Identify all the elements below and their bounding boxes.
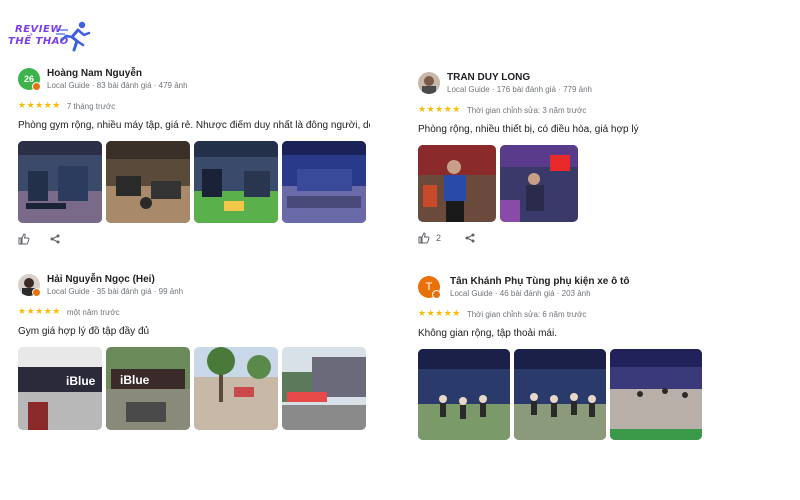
avatar[interactable] xyxy=(18,274,41,297)
review-text: Phòng rộng, nhiều thiết bị, có điều hòa,… xyxy=(418,124,639,135)
review-card: Hải Nguyễn Ngọc (Hei) Local Guide · 35 b… xyxy=(18,274,370,430)
review-photo[interactable]: iBlue xyxy=(18,347,102,430)
review-photo[interactable] xyxy=(418,349,510,440)
avatar[interactable]: T xyxy=(418,276,441,299)
reviewer-name[interactable]: Hoàng Nam Nguyễn xyxy=(47,68,142,79)
share-icon[interactable] xyxy=(465,233,475,243)
review-photo[interactable] xyxy=(500,145,578,222)
review-photo[interactable] xyxy=(514,349,606,440)
like-count: 2 xyxy=(436,233,442,243)
reviewer-name[interactable]: TRAN DUY LONG xyxy=(447,72,530,83)
reviewer-meta: Local Guide · 176 bài đánh giá · 779 ảnh xyxy=(447,85,592,94)
share-icon[interactable] xyxy=(50,234,60,244)
reviewer-meta: Local Guide · 35 bài đánh giá · 99 ảnh xyxy=(47,287,184,296)
review-photo[interactable] xyxy=(18,141,102,223)
review-card: 26 Hoàng Nam Nguyễn Local Guide · 83 bài… xyxy=(18,68,370,245)
review-photo[interactable] xyxy=(418,145,496,222)
avatar[interactable] xyxy=(418,72,440,94)
review-photo[interactable]: iBlue xyxy=(106,347,190,430)
thumbs-up-icon[interactable] xyxy=(18,233,30,245)
review-time: Thời gian chỉnh sửa: 6 năm trước xyxy=(466,309,587,319)
svg-text:iBlue: iBlue xyxy=(120,373,150,387)
review-text: Gym giá hợp lý đồ tập đầy đủ xyxy=(18,326,150,337)
runner-icon xyxy=(56,21,91,52)
review-photo[interactable] xyxy=(194,141,278,223)
review-time: 7 tháng trước xyxy=(66,101,116,111)
review-time: một năm trước xyxy=(66,307,120,317)
star-rating: ★★★★★ xyxy=(418,105,461,115)
logo-line-1: REVIEW xyxy=(15,24,62,35)
review-photo[interactable] xyxy=(194,347,278,430)
reviewer-meta: Local Guide · 83 bài đánh giá · 479 ảnh xyxy=(47,81,188,90)
reviewer-name[interactable]: Tân Khánh Phụ Tùng phụ kiện xe ô tô xyxy=(450,276,629,287)
review-the-thao-logo: REVIEW THỂ THAO xyxy=(6,20,96,54)
review-photo[interactable] xyxy=(610,349,702,440)
star-rating: ★★★★★ xyxy=(418,309,461,319)
photo-sign-text: iBlue xyxy=(66,374,96,388)
reviewer-meta: Local Guide · 46 bài đánh giá · 203 ảnh xyxy=(450,289,591,298)
review-time: Thời gian chỉnh sửa: 3 năm trước xyxy=(466,105,587,115)
reviewer-name[interactable]: Hải Nguyễn Ngọc (Hei) xyxy=(47,274,155,285)
avatar[interactable]: 26 xyxy=(18,68,41,91)
review-photo[interactable] xyxy=(106,141,190,223)
review-card: TRAN DUY LONG Local Guide · 176 bài đánh… xyxy=(418,72,758,244)
review-text: Phòng gym rộng, nhiều máy tập, giá rẻ. N… xyxy=(18,120,370,131)
thumbs-up-icon[interactable] xyxy=(418,232,430,244)
review-photo[interactable] xyxy=(282,347,366,430)
review-card: T Tân Khánh Phụ Tùng phụ kiện xe ô tô Lo… xyxy=(418,276,778,440)
review-text: Không gian rộng, tập thoải mái. xyxy=(418,328,557,339)
review-photo[interactable] xyxy=(282,141,366,223)
star-rating: ★★★★★ xyxy=(18,101,61,111)
star-rating: ★★★★★ xyxy=(18,307,61,317)
